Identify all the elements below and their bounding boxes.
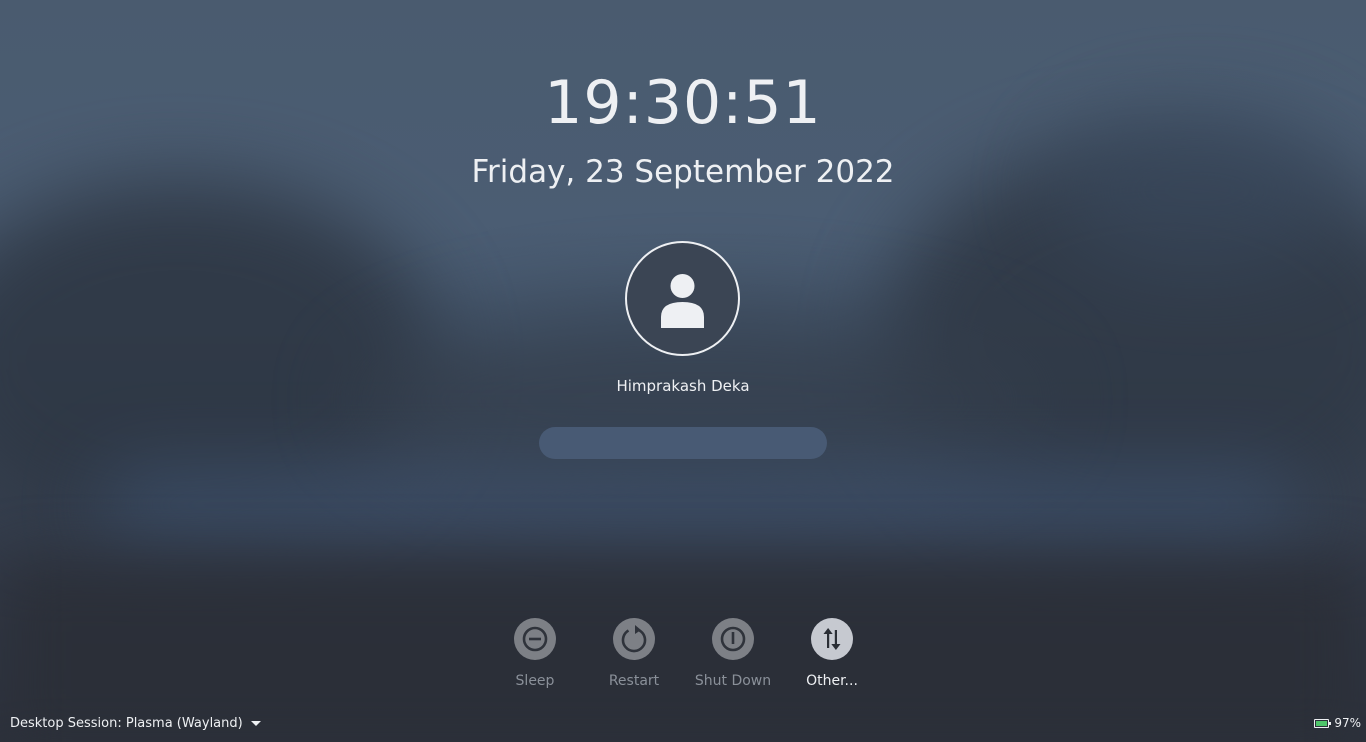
lock-screen: 19:30:51 Friday, 23 September 2022 Himpr… bbox=[0, 0, 1366, 742]
other-label: Other... bbox=[806, 673, 858, 689]
shutdown-label: Shut Down bbox=[694, 673, 772, 689]
session-label: Desktop Session: Plasma (Wayland) bbox=[10, 716, 243, 731]
sleep-icon bbox=[522, 626, 548, 652]
restart-label: Restart bbox=[608, 673, 660, 689]
battery-indicator: 97% bbox=[1314, 716, 1361, 730]
sleep-button[interactable]: Sleep bbox=[485, 618, 585, 689]
chevron-down-icon bbox=[250, 721, 261, 726]
restart-button[interactable]: Restart bbox=[584, 618, 684, 689]
shutdown-button[interactable]: Shut Down bbox=[683, 618, 783, 689]
sleep-label: Sleep bbox=[515, 673, 555, 689]
clock-date: Friday, 23 September 2022 bbox=[471, 154, 895, 190]
user-avatar[interactable] bbox=[625, 241, 740, 356]
clock-time: 19:30:51 bbox=[544, 68, 822, 138]
restart-icon bbox=[621, 625, 647, 653]
shutdown-icon bbox=[720, 626, 746, 652]
battery-percent: 97% bbox=[1334, 716, 1361, 730]
other-button[interactable]: Other... bbox=[782, 618, 882, 689]
battery-icon bbox=[1314, 719, 1332, 728]
switch-user-icon bbox=[823, 628, 841, 650]
session-selector[interactable]: Desktop Session: Plasma (Wayland) bbox=[10, 716, 261, 731]
user-icon bbox=[661, 274, 704, 328]
password-field[interactable] bbox=[539, 427, 827, 459]
username-label: Himprakash Deka bbox=[616, 377, 750, 395]
